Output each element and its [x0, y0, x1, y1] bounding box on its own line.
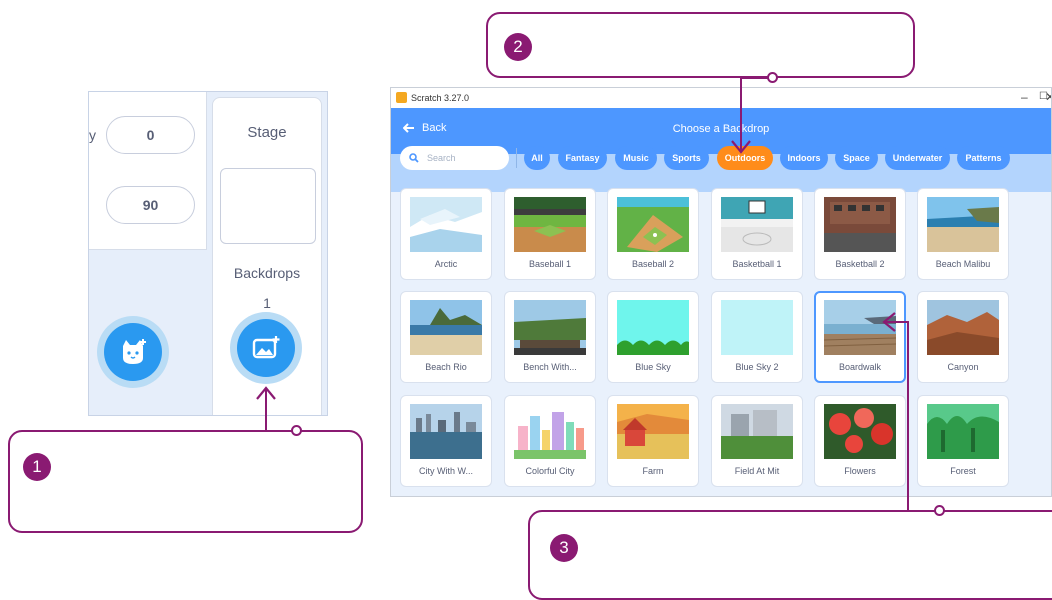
y-input[interactable]: 0	[106, 116, 195, 154]
backdrop-item[interactable]: Blue Sky	[607, 291, 699, 383]
item-label: Boardwalk	[838, 362, 882, 372]
item-label: Bench With...	[523, 362, 577, 372]
tag-indoors[interactable]: Indoors	[780, 146, 828, 170]
backdrop-item[interactable]: Forest	[917, 395, 1009, 487]
choose-backdrop-button[interactable]	[230, 312, 302, 384]
item-label: Colorful City	[525, 466, 575, 476]
canyon-thumbnail	[927, 300, 999, 355]
item-label: Forest	[950, 466, 976, 476]
item-label: Canyon	[947, 362, 979, 372]
baseball-1-thumbnail	[514, 197, 586, 252]
forest-thumbnail	[927, 404, 999, 459]
backdrop-item[interactable]: Bench With...	[504, 291, 596, 383]
bench-with-view-thumbnail	[514, 300, 586, 355]
callout-2: 2	[486, 12, 915, 78]
callout-number: 1	[23, 453, 51, 481]
cat-icon	[123, 339, 146, 364]
direction-input[interactable]: 90	[106, 186, 195, 224]
beach-malibu-thumbnail	[927, 197, 999, 252]
tag-outdoors[interactable]: Outdoors	[717, 146, 773, 170]
library-title: Choose a Backdrop	[672, 123, 770, 135]
blue-sky-thumbnail	[617, 300, 689, 355]
flowers-thumbnail	[824, 404, 896, 459]
connector-dot	[767, 72, 778, 83]
backdrop-item[interactable]: Baseball 2	[607, 188, 699, 280]
item-label: Field At Mit	[734, 466, 780, 476]
item-label: Baseball 1	[528, 259, 572, 269]
baseball-2-thumbnail	[617, 197, 689, 252]
item-label: Beach Rio	[425, 362, 467, 372]
item-label: Basketball 2	[835, 259, 885, 269]
title-bar: Scratch 3.27.0 – ☐ ✕	[391, 88, 1051, 108]
tag-space[interactable]: Space	[835, 146, 878, 170]
colorful-city-thumbnail	[514, 404, 586, 459]
callout-number: 2	[504, 33, 532, 61]
divider	[516, 148, 517, 168]
item-label: Arctic	[434, 259, 458, 269]
connector-dot	[934, 505, 945, 516]
item-label: Blue Sky 2	[735, 362, 779, 372]
basketball-2-thumbnail	[824, 197, 896, 252]
tag-patterns[interactable]: Patterns	[957, 146, 1010, 170]
scratch-app-icon	[396, 92, 407, 103]
blue-sky-2-thumbnail	[721, 300, 793, 355]
callout-1: 1	[8, 430, 363, 533]
close-button[interactable]: ✕	[1045, 90, 1051, 104]
backdrop-item[interactable]: Blue Sky 2	[711, 291, 803, 383]
backdrop-item[interactable]: Beach Rio	[400, 291, 492, 383]
callout-3: 3	[528, 510, 1052, 600]
backdrop-item[interactable]: Flowers	[814, 395, 906, 487]
backdrop-item[interactable]: City With W...	[400, 395, 492, 487]
backdrops-count: 1	[263, 295, 271, 311]
search-input[interactable]: Search	[400, 146, 509, 170]
field-at-mit-thumbnail	[721, 404, 793, 459]
item-label: Baseball 2	[631, 259, 675, 269]
item-label: Beach Malibu	[935, 259, 991, 269]
search-placeholder: Search	[427, 153, 456, 163]
tag-fantasy[interactable]: Fantasy	[558, 146, 607, 170]
backdrop-item[interactable]: Canyon	[917, 291, 1009, 383]
item-label: Blue Sky	[635, 362, 671, 372]
tag-underwater[interactable]: Underwater	[885, 146, 950, 170]
item-label: Farm	[642, 466, 664, 476]
window-title: Scratch 3.27.0	[411, 93, 470, 103]
backdrops-label: Backdrops	[233, 265, 301, 281]
backdrop-icon	[252, 336, 280, 359]
backdrop-item[interactable]: Basketball 1	[711, 188, 803, 280]
minimize-button[interactable]: –	[1021, 90, 1028, 104]
scratch-window: Scratch 3.27.0 – ☐ ✕ Back Choose a Backd…	[390, 87, 1052, 497]
stage-thumbnail[interactable]	[220, 168, 316, 244]
boardwalk-thumbnail	[824, 300, 896, 355]
y-label: y	[89, 127, 96, 143]
sprite-info-panel: y 0 90	[89, 92, 207, 250]
item-label: Flowers	[844, 466, 876, 476]
backdrop-item[interactable]: Farm	[607, 395, 699, 487]
backdrop-item[interactable]: Arctic	[400, 188, 492, 280]
backdrop-item[interactable]: Baseball 1	[504, 188, 596, 280]
backdrop-item[interactable]: Field At Mit	[711, 395, 803, 487]
backdrop-item-selected[interactable]: Boardwalk	[814, 291, 906, 383]
farm-thumbnail	[617, 404, 689, 459]
tag-all[interactable]: All	[524, 146, 550, 170]
callout-number: 3	[550, 534, 578, 562]
backdrop-item[interactable]: Colorful City	[504, 395, 596, 487]
item-label: City With W...	[419, 466, 473, 476]
stage-title: Stage	[247, 124, 287, 141]
tag-music[interactable]: Music	[615, 146, 657, 170]
city-with-water-thumbnail	[410, 404, 482, 459]
choose-sprite-button[interactable]	[97, 316, 169, 388]
connector-dot	[291, 425, 302, 436]
sprite-stage-pane: y 0 90 Stage Backdrops 1	[88, 91, 328, 416]
search-icon	[409, 153, 419, 163]
backdrop-item[interactable]: Beach Malibu	[917, 188, 1009, 280]
arctic-thumbnail	[410, 197, 482, 252]
tag-sports[interactable]: Sports	[664, 146, 709, 170]
backdrop-item[interactable]: Basketball 2	[814, 188, 906, 280]
beach-rio-thumbnail	[410, 300, 482, 355]
item-label: Basketball 1	[732, 259, 782, 269]
stage-selector[interactable]: Stage Backdrops 1	[212, 97, 322, 415]
basketball-1-thumbnail	[721, 197, 793, 252]
